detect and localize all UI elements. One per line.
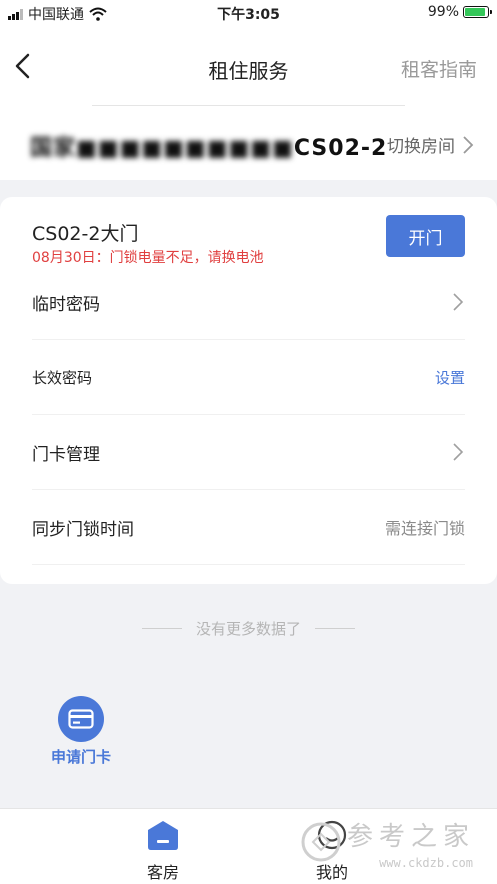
tenant-guide-link[interactable]: 租客指南: [401, 55, 477, 82]
house-icon: [148, 821, 178, 850]
watermark-logo-icon: [301, 822, 341, 862]
row-long-term-password[interactable]: 长效密码 设置: [32, 340, 465, 415]
watermark: 参考之家 www.ckdzb.com: [299, 806, 489, 882]
tab-label: 客房: [146, 863, 179, 882]
no-more-text: 没有更多数据了: [195, 620, 301, 638]
room-name-obscured: 国家■■■■■■■■■■: [30, 136, 294, 161]
row-label: 临时密码: [32, 294, 100, 315]
row-temporary-password[interactable]: 临时密码: [32, 265, 465, 340]
chevron-right-icon: [453, 443, 464, 461]
chevron-right-icon: [453, 293, 464, 311]
status-right: 99%: [427, 4, 492, 20]
battery-percent: 99%: [427, 4, 459, 20]
battery-icon: [463, 6, 492, 18]
status-bar: 中国联通 下午3:05 99%: [0, 0, 497, 28]
room-name-suffix: CS02-2: [293, 136, 388, 161]
switch-room-button[interactable]: 切换房间: [387, 132, 475, 157]
switch-room-label: 切换房间: [387, 137, 455, 157]
nav-bar: 租住服务 租客指南: [0, 28, 497, 106]
divider-line: [141, 628, 182, 629]
room-bar: 国家■■■■■■■■■■CS02-2 切换房间: [0, 106, 497, 180]
watermark-url: www.ckdzb.com: [379, 856, 473, 870]
set-link[interactable]: 设置: [435, 367, 465, 388]
battery-alert: 08月30日：门锁电量不足，请换电池: [32, 250, 264, 266]
row-sync-lock-time[interactable]: 同步门锁时间 需连接门锁: [32, 490, 465, 565]
door-title: CS02-2大门: [32, 223, 139, 245]
row-label: 长效密码: [32, 368, 93, 387]
watermark-text: 参考之家: [346, 822, 475, 852]
tab-rooms[interactable]: 客房: [123, 819, 203, 883]
row-label: 门卡管理: [32, 444, 100, 465]
card-icon: [58, 696, 104, 742]
door-card: CS02-2大门 08月30日：门锁电量不足，请换电池 开门 临时密码 长效密码…: [0, 197, 497, 584]
divider-line: [315, 628, 355, 629]
no-more-data: 没有更多数据了: [0, 618, 497, 639]
row-label: 同步门锁时间: [32, 519, 134, 540]
chevron-right-icon: [463, 135, 474, 154]
sync-status: 需连接门锁: [384, 519, 465, 538]
apply-card-label: 申请门卡: [50, 748, 111, 766]
room-name: 国家■■■■■■■■■■CS02-2: [30, 130, 387, 162]
row-card-management[interactable]: 门卡管理: [32, 415, 465, 490]
status-time: 下午3:05: [217, 7, 280, 23]
open-door-button[interactable]: 开门: [386, 215, 465, 257]
apply-card-button[interactable]: 申请门卡: [42, 696, 120, 767]
